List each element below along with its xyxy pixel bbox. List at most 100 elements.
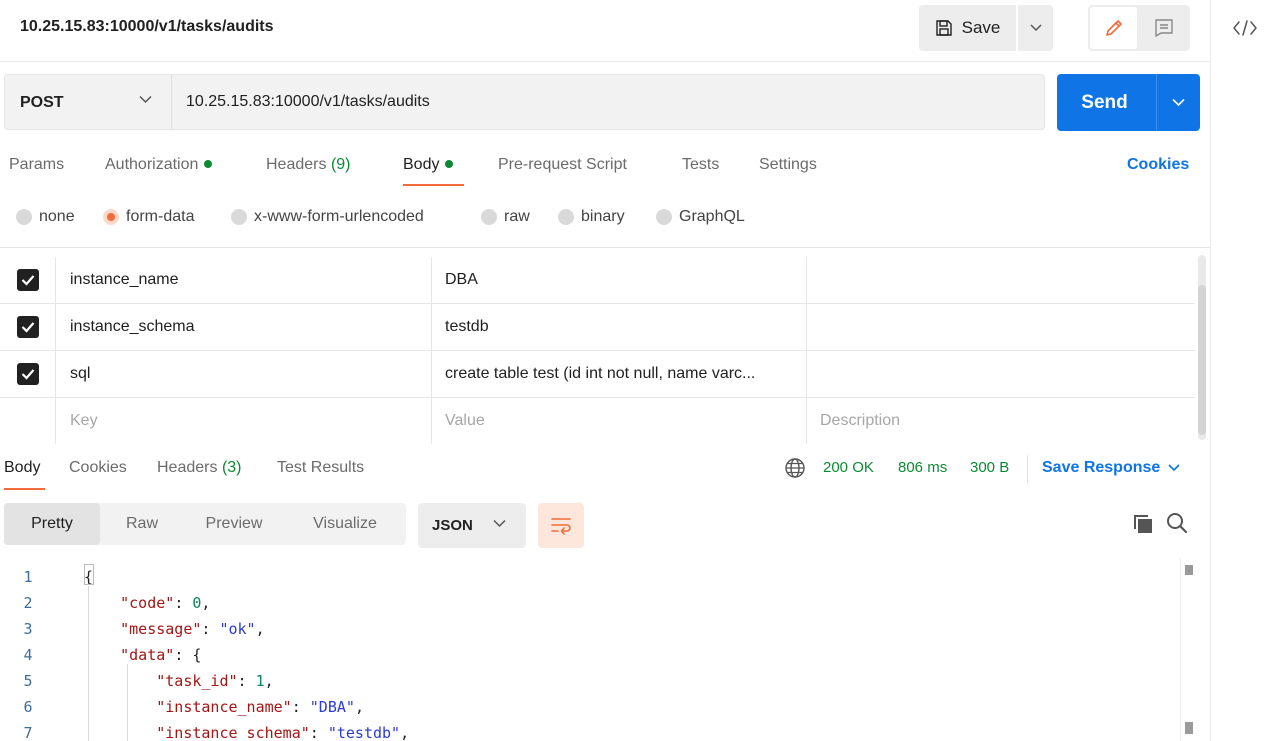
code-text: "data": {: [84, 642, 201, 668]
headers-count: (9): [330, 156, 351, 173]
wrap-lines-icon: [551, 517, 571, 535]
body-type-urlencoded[interactable]: x-www-form-urlencoded: [231, 208, 424, 226]
row-checkbox-cell: [0, 351, 56, 397]
json-punct: :: [309, 724, 328, 741]
table-row: instance_name DBA: [0, 257, 1195, 304]
param-key[interactable]: instance_schema: [56, 304, 432, 350]
request-title[interactable]: 10.25.15.83:10000/v1/tasks/audits: [20, 18, 274, 36]
format-label: JSON: [432, 517, 473, 534]
json-punct: ,: [400, 724, 410, 741]
view-preview[interactable]: Preview: [184, 503, 284, 545]
param-key[interactable]: instance_name: [56, 257, 432, 303]
param-description[interactable]: [807, 257, 1195, 303]
save-button[interactable]: Save: [919, 5, 1015, 51]
url-bar: POST: [4, 74, 1045, 130]
param-value[interactable]: testdb: [432, 304, 807, 350]
body-type-graphql[interactable]: GraphQL: [656, 208, 745, 226]
param-key[interactable]: sql: [56, 351, 432, 397]
row-checkbox-cell: [0, 398, 56, 444]
status-dot: [445, 160, 454, 168]
table-scrollbar-thumb[interactable]: [1198, 285, 1206, 435]
body-type-raw[interactable]: raw: [481, 208, 530, 226]
response-size[interactable]: 300 B: [970, 459, 1009, 476]
radio-label: form-data: [126, 208, 195, 225]
body-type-binary[interactable]: binary: [558, 208, 625, 226]
response-format-select[interactable]: JSON: [418, 503, 526, 548]
cookies-link[interactable]: Cookies: [1127, 156, 1189, 174]
copy-icon[interactable]: [1132, 513, 1154, 535]
wrap-lines-button[interactable]: [538, 503, 584, 548]
tab-tests[interactable]: Tests: [682, 156, 719, 174]
row-checkbox[interactable]: [16, 269, 39, 291]
row-checkbox[interactable]: [16, 316, 39, 338]
send-button[interactable]: Send: [1057, 74, 1152, 131]
edit-mode-button[interactable]: [1090, 7, 1137, 49]
response-tab-headers[interactable]: Headers (3): [157, 459, 242, 477]
method-select[interactable]: POST: [5, 75, 171, 129]
code-text: "instance_name": "DBA",: [84, 694, 364, 720]
json-punct: ,: [354, 698, 364, 716]
view-visualize[interactable]: Visualize: [284, 503, 406, 545]
json-string: "DBA": [309, 698, 355, 716]
send-button-group: Send: [1057, 74, 1200, 131]
radio-label: none: [39, 208, 75, 225]
tab-body[interactable]: Body: [403, 156, 454, 174]
json-punct: [84, 620, 120, 638]
json-key: "instance_name": [156, 698, 292, 716]
param-value[interactable]: DBA: [432, 257, 807, 303]
response-status[interactable]: 200 OK: [823, 459, 874, 476]
save-options-button[interactable]: [1018, 5, 1053, 51]
code-snippet-button[interactable]: [1231, 14, 1259, 42]
chevron-down-icon: [1029, 24, 1042, 32]
json-key: "message": [120, 620, 202, 638]
check-icon: [21, 275, 34, 286]
globe-icon[interactable]: [784, 457, 806, 479]
view-raw[interactable]: Raw: [100, 503, 184, 545]
chevron-down-icon: [1168, 464, 1180, 472]
tab-headers-label: Headers: [266, 156, 327, 173]
line-number: 3: [23, 620, 33, 638]
save-response-button[interactable]: Save Response: [1042, 459, 1180, 477]
body-type-none[interactable]: none: [16, 208, 75, 226]
json-string: "testdb": [327, 724, 401, 741]
code-line: 4 "data": {: [0, 642, 1180, 668]
code-line: 6 "instance_name": "DBA",: [0, 694, 1180, 720]
tab-params[interactable]: Params: [9, 156, 64, 174]
new-value-input[interactable]: Value: [432, 398, 807, 444]
new-key-input[interactable]: Key: [56, 398, 432, 444]
json-key: "task_id": [156, 672, 238, 690]
response-time[interactable]: 806 ms: [898, 459, 947, 476]
code-scroll-marker: [1185, 565, 1193, 575]
json-key: "data": [120, 646, 175, 664]
pencil-icon: [1105, 20, 1122, 36]
param-description[interactable]: [807, 351, 1195, 397]
param-description[interactable]: [807, 304, 1195, 350]
body-type-form-data[interactable]: form-data: [103, 208, 194, 226]
response-headers-count: (3): [221, 459, 242, 476]
new-description-input[interactable]: Description: [807, 398, 1195, 444]
tab-headers[interactable]: Headers (9): [266, 156, 351, 174]
code-text: "code": 0,: [84, 590, 210, 616]
row-checkbox[interactable]: [16, 363, 39, 385]
json-punct: ,: [264, 672, 274, 690]
tab-settings[interactable]: Settings: [759, 156, 817, 174]
chevron-down-icon: [1172, 98, 1185, 107]
table-row: sql create table test (id int not null, …: [0, 351, 1195, 398]
code-line: 7 "instance_schema": "testdb",: [0, 720, 1180, 741]
line-number: 4: [23, 646, 33, 664]
tab-pre-request-script[interactable]: Pre-request Script: [498, 156, 627, 174]
param-value[interactable]: create table test (id int not null, name…: [432, 351, 807, 397]
comments-button[interactable]: [1140, 7, 1188, 49]
response-body-code[interactable]: 1{2 "code": 0, 3 "message": "ok", 4 "data"…: [0, 558, 1200, 741]
view-pretty[interactable]: Pretty: [4, 503, 100, 545]
response-tab-body[interactable]: Body: [4, 459, 40, 477]
code-scrollbar-track[interactable]: [1180, 558, 1181, 741]
response-tab-test-results[interactable]: Test Results: [277, 459, 364, 477]
url-input[interactable]: [173, 75, 1041, 129]
search-icon[interactable]: [1165, 511, 1189, 535]
response-tab-cookies[interactable]: Cookies: [69, 459, 127, 477]
code-line: 2 "code": 0,: [0, 590, 1180, 616]
tab-authorization[interactable]: Authorization: [105, 156, 213, 174]
json-key: "instance_schema": [156, 724, 310, 741]
send-options-button[interactable]: [1157, 74, 1200, 131]
